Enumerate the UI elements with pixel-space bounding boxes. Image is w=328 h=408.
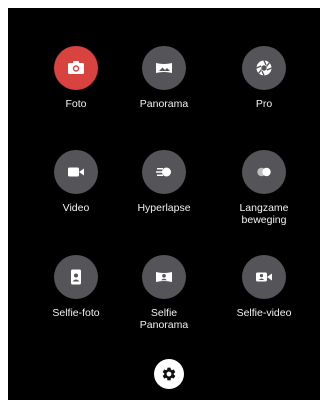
camera-icon bbox=[54, 46, 98, 90]
video-camera-icon bbox=[54, 150, 98, 194]
mode-selfie-panorama[interactable]: Selfie Panorama bbox=[114, 255, 214, 331]
selfie-video-icon bbox=[242, 255, 286, 299]
mode-panorama[interactable]: Panorama bbox=[114, 46, 214, 110]
mode-slow-motion[interactable]: Langzame beweging bbox=[214, 150, 314, 226]
mode-label: Foto bbox=[65, 98, 87, 110]
mode-pro[interactable]: Pro bbox=[214, 46, 314, 110]
mode-label: Selfie-foto bbox=[52, 307, 100, 319]
mode-label: Langzame beweging bbox=[239, 202, 289, 226]
panorama-icon bbox=[142, 46, 186, 90]
selfie-panorama-icon bbox=[142, 255, 186, 299]
hyperlapse-icon bbox=[142, 150, 186, 194]
mode-video[interactable]: Video bbox=[26, 150, 126, 214]
aperture-icon bbox=[242, 46, 286, 90]
selfie-photo-icon bbox=[54, 255, 98, 299]
mode-label: Panorama bbox=[139, 98, 189, 110]
slow-motion-icon bbox=[242, 150, 286, 194]
mode-label: Hyperlapse bbox=[137, 202, 191, 214]
mode-foto[interactable]: Foto bbox=[26, 46, 126, 110]
mode-label: Selfie-video bbox=[236, 307, 292, 319]
mode-selfie-video[interactable]: Selfie-video bbox=[214, 255, 314, 319]
mode-label: Selfie Panorama bbox=[139, 307, 189, 331]
mode-label: Video bbox=[62, 202, 90, 214]
camera-mode-screen: Foto Panorama Pro Video Hyperlapse Langz… bbox=[8, 8, 320, 400]
mode-label: Pro bbox=[255, 98, 273, 110]
gear-icon bbox=[161, 366, 177, 382]
settings-button[interactable] bbox=[154, 359, 184, 389]
mode-selfie-foto[interactable]: Selfie-foto bbox=[26, 255, 126, 319]
mode-hyperlapse[interactable]: Hyperlapse bbox=[114, 150, 214, 214]
